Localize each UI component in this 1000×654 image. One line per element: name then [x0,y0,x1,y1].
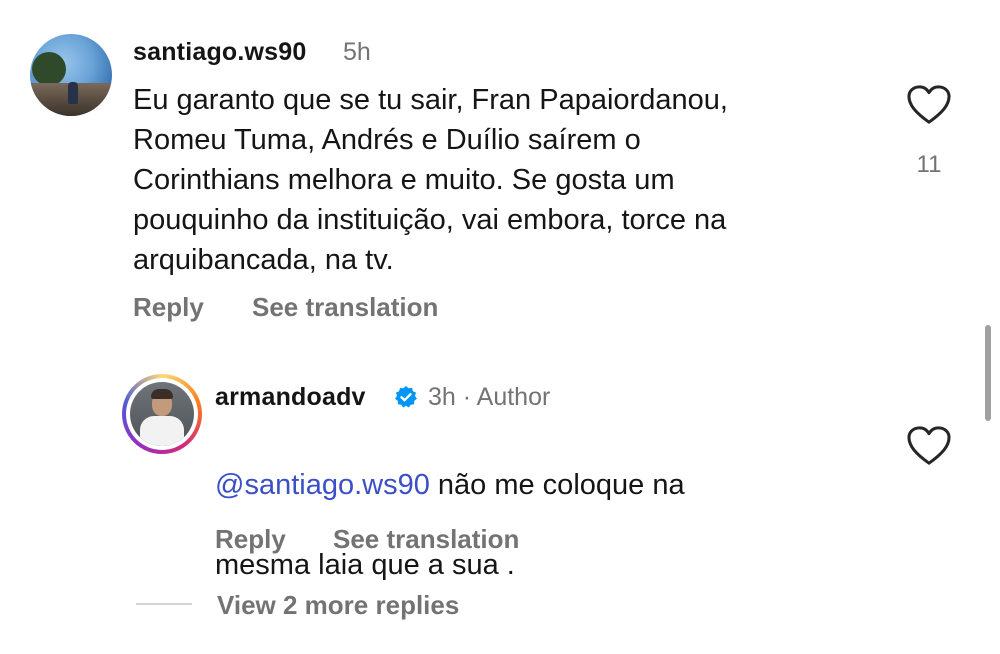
heart-outline-icon[interactable] [906,425,952,467]
see-translation-button[interactable]: See translation [333,524,519,555]
like-count: 11 [916,151,942,178]
reply-text: @santiago.ws90 não me coloque na mesma l… [215,425,895,585]
avatar-hair [151,389,173,399]
reply-meta: 3h · Author [428,383,551,411]
avatar-tree [32,52,66,86]
avatar-person [68,82,78,104]
reply-button[interactable]: Reply [133,292,204,323]
avatar-santiago[interactable] [30,34,112,116]
avatar-shirt [140,416,184,446]
verified-badge-icon [395,386,417,408]
view-replies-line [136,603,192,605]
reply-username[interactable]: armandoadv [215,383,366,412]
heart-outline-icon[interactable] [906,84,952,126]
view-more-replies-button[interactable]: View 2 more replies [217,590,459,621]
comment-text: Eu garanto que se tu sair, Fran Papaiord… [133,84,728,276]
scrollbar[interactable] [985,325,991,421]
comments-screen: santiago.ws90 5h Eu garanto que se tu sa… [0,0,1000,654]
comment-time: 5h [343,38,371,66]
reply-text-line1: não me coloque na [429,469,685,501]
avatar-armandoadv[interactable] [130,382,194,446]
comment-username[interactable]: santiago.ws90 [133,38,307,67]
reply-button[interactable]: Reply [215,524,286,555]
see-translation-button[interactable]: See translation [252,292,438,323]
mention-link[interactable]: @santiago.ws90 [215,469,430,501]
